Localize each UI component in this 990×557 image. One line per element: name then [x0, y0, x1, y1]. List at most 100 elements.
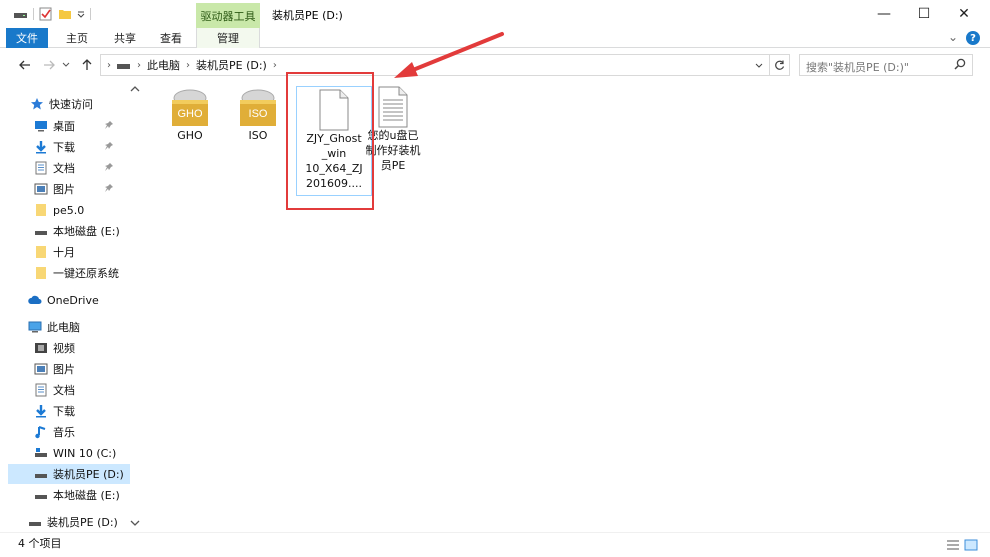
folder-badge: GHO — [177, 108, 203, 120]
search-input[interactable]: 搜索"装机员PE (D:)" — [799, 54, 973, 76]
maximize-button[interactable]: ☐ — [902, 0, 946, 28]
tab-share[interactable]: 共享 — [104, 28, 146, 48]
search-icon — [954, 58, 966, 70]
forward-button[interactable] — [40, 55, 58, 75]
nav-item-pe-drive-d[interactable]: 装机员PE (D:) — [8, 464, 130, 484]
file-item-iso[interactable]: ISO ISO — [220, 86, 296, 143]
minimize-button[interactable]: — — [862, 0, 906, 28]
explorer-window: 驱动器工具 装机员PE (D:) — ☐ ✕ 文件 主页 共享 查看 管理 ⌄ … — [0, 0, 990, 557]
nav-item-pc-downloads[interactable]: 下载 — [34, 401, 130, 421]
drive-icon[interactable] — [14, 9, 28, 19]
chevron-down-icon — [62, 62, 70, 67]
nav-item-bottom-drive-d[interactable]: 装机员PE (D:) — [28, 512, 130, 532]
recent-locations-button[interactable] — [60, 55, 72, 75]
folder-icon: ISO — [240, 89, 276, 126]
document-icon — [35, 383, 47, 397]
nav-label: 装机员PE (D:) — [53, 468, 124, 481]
download-icon — [36, 405, 46, 418]
file-name-line: 201609.... — [306, 177, 362, 190]
file-item-gho[interactable]: GHO GHO — [152, 86, 228, 143]
nav-item-pe50[interactable]: pe5.0 — [34, 200, 130, 220]
address-dropdown-icon[interactable] — [755, 59, 763, 72]
folder-icon — [36, 246, 46, 258]
file-name-line: 制作好装机 — [365, 144, 421, 157]
chevron-right-icon[interactable]: › — [273, 60, 277, 71]
nav-item-music[interactable]: 音乐 — [34, 422, 130, 442]
nav-item-desktop[interactable]: 桌面 — [34, 116, 130, 136]
picture-icon — [34, 363, 48, 375]
nav-item-videos[interactable]: 视频 — [34, 338, 130, 358]
nav-onedrive[interactable]: OneDrive — [28, 290, 130, 310]
nav-label: 十月 — [53, 246, 75, 259]
nav-item-one-key-restore[interactable]: 一键还原系统 — [34, 263, 130, 283]
document-icon — [35, 161, 47, 175]
nav-item-downloads[interactable]: 下载 — [34, 137, 130, 157]
nav-label: pe5.0 — [53, 203, 85, 217]
nav-item-pc-documents[interactable]: 文档 — [34, 380, 130, 400]
large-icons-view-icon[interactable] — [964, 539, 978, 551]
nav-item-pc-local-disk-e[interactable]: 本地磁盘 (E:) — [34, 485, 130, 505]
tab-file[interactable]: 文件 — [6, 28, 48, 48]
properties-icon[interactable] — [39, 7, 53, 21]
nav-quick-access[interactable]: 快速访问 — [30, 94, 130, 114]
nav-label: 此电脑 — [47, 321, 80, 334]
nav-label: 下载 — [53, 141, 75, 154]
new-folder-icon[interactable] — [58, 7, 72, 21]
close-button[interactable]: ✕ — [942, 0, 986, 28]
chevron-down-icon[interactable] — [77, 10, 85, 18]
nav-this-pc[interactable]: 此电脑 — [28, 317, 130, 337]
nav-label: 图片 — [53, 183, 75, 196]
ribbon-expand-button[interactable]: ⌄ — [948, 30, 958, 44]
nav-label: 本地磁盘 (E:) — [53, 489, 120, 502]
tab-manage[interactable]: 管理 — [196, 28, 260, 48]
music-icon — [35, 426, 46, 439]
video-icon — [35, 343, 47, 353]
refresh-button[interactable] — [770, 54, 790, 76]
nav-label: 快速访问 — [49, 98, 93, 111]
nav-scrollbar[interactable] — [128, 80, 142, 532]
chevron-right-icon: › — [107, 59, 111, 71]
window-title: 装机员PE (D:) — [272, 9, 343, 22]
scroll-down-icon[interactable] — [128, 516, 142, 530]
arrow-left-icon — [19, 60, 30, 70]
drive-icon — [35, 474, 47, 478]
folder-badge: ISO — [249, 108, 268, 120]
folder-icon: GHO — [172, 89, 208, 126]
scroll-up-icon[interactable] — [128, 82, 142, 96]
file-item-readme[interactable]: 您的u盘已 制作好装机 员PE — [358, 86, 428, 173]
nav-item-pc-pictures[interactable]: 图片 — [34, 359, 130, 379]
nav-item-documents[interactable]: 文档 — [34, 158, 130, 178]
breadcrumb-drive-d[interactable]: 装机员PE (D:) — [196, 57, 267, 73]
up-button[interactable] — [78, 55, 96, 75]
system-drive-icon — [35, 448, 47, 457]
quick-access-toolbar — [14, 6, 96, 22]
tab-view[interactable]: 查看 — [150, 28, 192, 48]
nav-item-october[interactable]: 十月 — [34, 242, 130, 262]
pin-icon[interactable] — [104, 162, 114, 172]
navigation-pane: 快速访问 桌面 下载 文档 图片 pe5.0 本地磁盘 (E:) 十月 一键还原… — [0, 80, 145, 532]
nav-label: 一键还原系统 — [53, 267, 119, 280]
ribbon: 文件 主页 共享 查看 管理 ⌄ ? — [0, 28, 990, 48]
file-name: ISO — [248, 129, 268, 142]
nav-label: WIN 10 (C:) — [53, 446, 117, 460]
pin-icon[interactable] — [104, 183, 114, 193]
details-view-icon[interactable] — [946, 539, 960, 551]
drive-icon — [117, 64, 130, 69]
nav-item-local-disk-e[interactable]: 本地磁盘 (E:) — [34, 221, 130, 241]
tab-home[interactable]: 主页 — [56, 28, 98, 48]
drive-tools-context-tab[interactable]: 驱动器工具 — [196, 3, 260, 28]
nav-item-pictures[interactable]: 图片 — [34, 179, 130, 199]
address-bar[interactable]: › › 此电脑 › 装机员PE (D:) › — [100, 54, 770, 76]
pin-icon[interactable] — [104, 120, 114, 130]
nav-item-win10-c[interactable]: WIN 10 (C:) — [34, 443, 130, 463]
drive-icon — [35, 495, 47, 499]
pin-icon[interactable] — [104, 141, 114, 151]
breadcrumb-this-pc[interactable]: 此电脑 — [147, 57, 180, 73]
chevron-right-icon: › — [186, 59, 190, 71]
back-button[interactable] — [16, 55, 34, 75]
nav-label: 桌面 — [53, 120, 75, 133]
chevron-right-icon: › — [137, 59, 141, 71]
help-icon[interactable]: ? — [966, 31, 980, 45]
drive-icon — [35, 231, 47, 235]
desktop-icon — [35, 121, 47, 132]
